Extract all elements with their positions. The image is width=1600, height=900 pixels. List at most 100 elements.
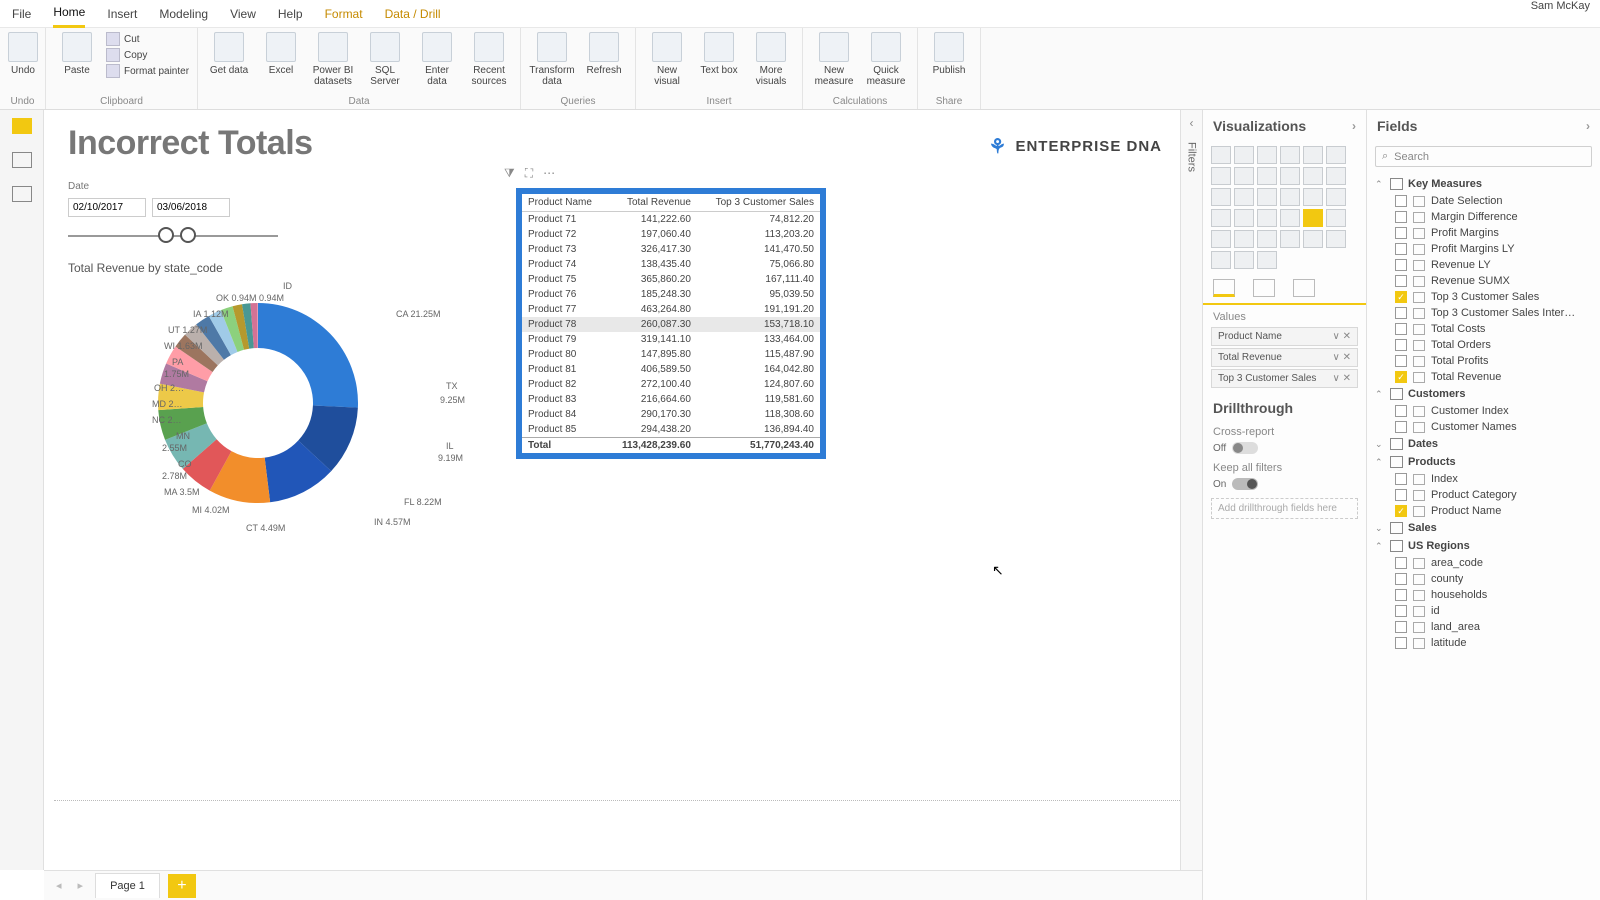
date-slider[interactable] (68, 223, 278, 251)
viz-type-icon[interactable] (1211, 188, 1231, 206)
transform-data-button[interactable]: Transform data (529, 32, 575, 87)
new-visual-button[interactable]: New visual (644, 32, 690, 87)
field-item[interactable]: Profit Margins LY (1373, 241, 1594, 257)
text-box-button[interactable]: Text box (696, 32, 742, 76)
remove-well-icon[interactable]: ∨ ✕ (1333, 352, 1351, 363)
field-item[interactable]: Revenue LY (1373, 257, 1594, 273)
copy-button[interactable]: Copy (106, 48, 189, 62)
viz-type-icon[interactable] (1257, 230, 1277, 248)
viz-type-icon[interactable] (1211, 167, 1231, 185)
field-group[interactable]: ⌄Sales (1373, 519, 1594, 537)
collapse-viz-chevron[interactable]: › (1352, 119, 1356, 133)
menu-file[interactable]: File (12, 7, 31, 21)
field-item[interactable]: Total Profits (1373, 353, 1594, 369)
viz-type-icon[interactable] (1211, 209, 1231, 227)
donut-chart[interactable]: IDOK 0.94M 0.94MIA 1.12MUT 1.27MWI 1.63M… (68, 283, 408, 583)
field-item[interactable]: Customer Index (1373, 403, 1594, 419)
viz-type-icon[interactable] (1326, 230, 1346, 248)
viz-type-icon[interactable] (1303, 230, 1323, 248)
menu-help[interactable]: Help (278, 7, 303, 21)
fields-search[interactable]: ⌕ Search (1375, 146, 1592, 167)
menu-view[interactable]: View (230, 7, 256, 21)
model-view-icon[interactable] (12, 186, 32, 202)
viz-type-icon[interactable] (1234, 146, 1254, 164)
viz-type-icon[interactable] (1280, 209, 1300, 227)
viz-type-icon[interactable] (1211, 230, 1231, 248)
report-view-icon[interactable] (12, 118, 32, 134)
cut-button[interactable]: Cut (106, 32, 189, 46)
viz-type-icon[interactable] (1234, 209, 1254, 227)
table-visual[interactable]: Product NameTotal RevenueTop 3 Customer … (516, 188, 826, 459)
remove-well-icon[interactable]: ∨ ✕ (1333, 331, 1351, 342)
drillthrough-placeholder[interactable]: Add drillthrough fields here (1211, 498, 1358, 519)
field-item[interactable]: county (1373, 571, 1594, 587)
cross-report-toggle[interactable] (1232, 442, 1258, 454)
value-well[interactable]: Total Revenue∨ ✕ (1211, 348, 1358, 367)
get-data-button[interactable]: Get data (206, 32, 252, 76)
field-item[interactable]: Product Category (1373, 487, 1594, 503)
prev-page-button[interactable]: ◂ (52, 879, 66, 892)
viz-type-icon[interactable] (1326, 167, 1346, 185)
field-group[interactable]: ⌃Products (1373, 453, 1594, 471)
analytics-tab-icon[interactable] (1293, 279, 1315, 297)
viz-type-icon[interactable] (1257, 167, 1277, 185)
menu-home[interactable]: Home (53, 5, 85, 28)
field-group[interactable]: ⌄Dates (1373, 435, 1594, 453)
viz-type-icon[interactable] (1280, 230, 1300, 248)
menu-format[interactable]: Format (325, 7, 363, 21)
field-item[interactable]: Customer Names (1373, 419, 1594, 435)
value-well[interactable]: Top 3 Customer Sales∨ ✕ (1211, 369, 1358, 388)
viz-type-icon[interactable] (1234, 230, 1254, 248)
viz-type-icon[interactable] (1303, 146, 1323, 164)
enter-data-button[interactable]: Enter data (414, 32, 460, 87)
format-tab-icon[interactable] (1253, 279, 1275, 297)
viz-type-icon[interactable] (1257, 251, 1277, 269)
field-item[interactable]: land_area (1373, 619, 1594, 635)
viz-type-icon[interactable] (1211, 251, 1231, 269)
expand-filters-chevron[interactable]: ‹ (1190, 116, 1194, 130)
new-measure-button[interactable]: New measure (811, 32, 857, 87)
value-well[interactable]: Product Name∨ ✕ (1211, 327, 1358, 346)
publish-button[interactable]: Publish (926, 32, 972, 76)
field-item[interactable]: ✓Total Revenue (1373, 369, 1594, 385)
field-item[interactable]: id (1373, 603, 1594, 619)
menu-datadrill[interactable]: Data / Drill (385, 7, 441, 21)
viz-type-icon[interactable] (1257, 188, 1277, 206)
viz-type-icon[interactable] (1234, 167, 1254, 185)
field-item[interactable]: ✓Product Name (1373, 503, 1594, 519)
date-to-input[interactable] (152, 198, 230, 217)
viz-type-icon[interactable] (1280, 146, 1300, 164)
field-item[interactable]: latitude (1373, 635, 1594, 651)
field-group[interactable]: ⌃Key Measures (1373, 175, 1594, 193)
filter-icon[interactable]: ⧩ (504, 166, 515, 181)
viz-type-icon[interactable] (1280, 167, 1300, 185)
menu-insert[interactable]: Insert (107, 7, 137, 21)
data-view-icon[interactable] (12, 152, 32, 168)
viz-type-icon[interactable] (1303, 188, 1323, 206)
report-canvas[interactable]: Incorrect Totals ⚘ ENTERPRISE DNA ⧩ ⛶ ⋯ … (44, 110, 1202, 870)
viz-type-icon[interactable] (1211, 146, 1231, 164)
viz-type-icon[interactable] (1326, 146, 1346, 164)
paste-button[interactable]: Paste (54, 32, 100, 76)
undo-button[interactable]: Undo (8, 32, 38, 76)
quick-measure-button[interactable]: Quick measure (863, 32, 909, 87)
viz-type-icon[interactable] (1257, 209, 1277, 227)
viz-type-icon[interactable] (1257, 146, 1277, 164)
filters-pane-collapsed[interactable]: ‹ Filters (1180, 110, 1202, 870)
more-options-icon[interactable]: ⋯ (543, 166, 555, 181)
viz-type-icon[interactable] (1234, 251, 1254, 269)
next-page-button[interactable]: ▸ (74, 879, 88, 892)
field-group[interactable]: ⌃US Regions (1373, 537, 1594, 555)
field-item[interactable]: Profit Margins (1373, 225, 1594, 241)
field-item[interactable]: Top 3 Customer Sales Intermedia… (1373, 305, 1594, 321)
menu-modeling[interactable]: Modeling (159, 7, 208, 21)
field-item[interactable]: Index (1373, 471, 1594, 487)
format-painter-button[interactable]: Format painter (106, 64, 189, 78)
field-item[interactable]: Total Orders (1373, 337, 1594, 353)
page-tab[interactable]: Page 1 (95, 873, 160, 898)
field-item[interactable]: Revenue SUMX (1373, 273, 1594, 289)
viz-type-icon[interactable] (1326, 209, 1346, 227)
excel-button[interactable]: Excel (258, 32, 304, 76)
more-visuals-button[interactable]: More visuals (748, 32, 794, 87)
pbi-datasets-button[interactable]: Power BI datasets (310, 32, 356, 87)
